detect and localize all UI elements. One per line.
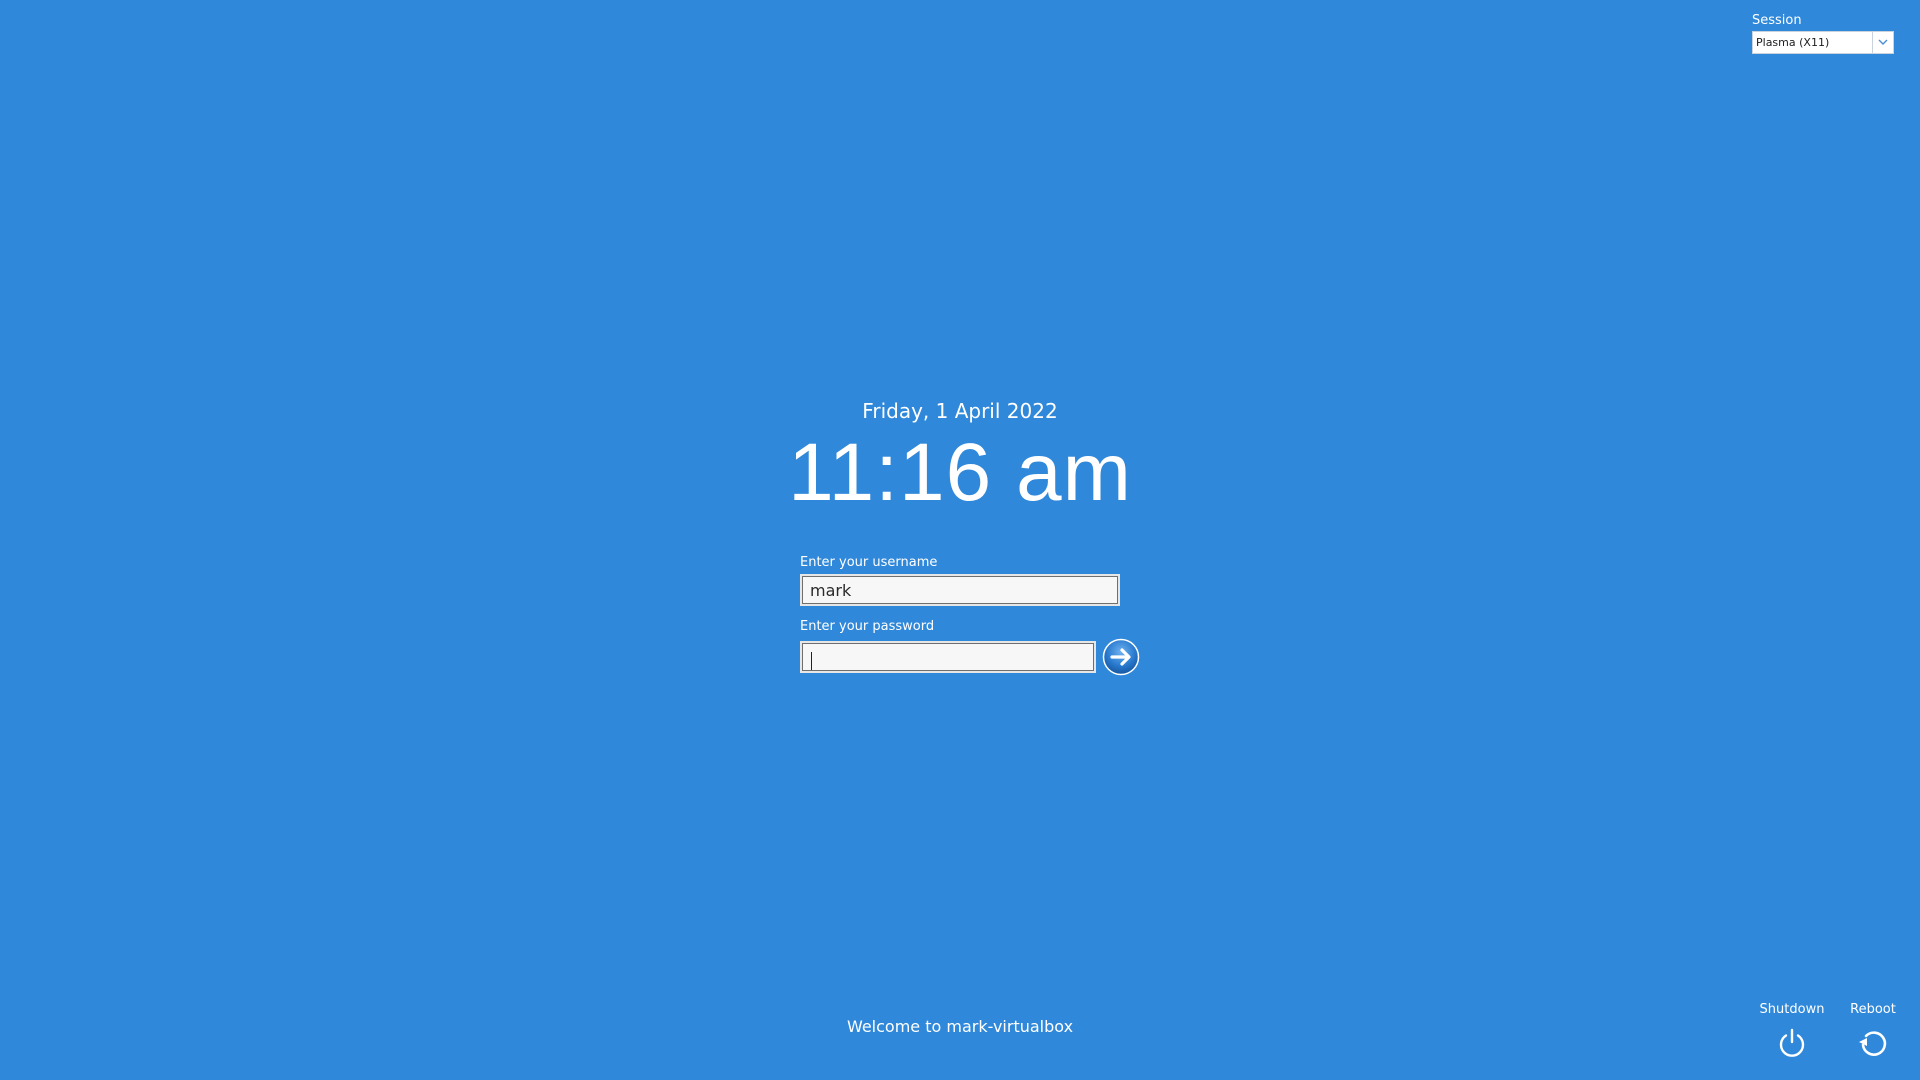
time-display: 11:16 am	[788, 427, 1132, 518]
reboot-icon	[1859, 1031, 1887, 1056]
reboot-button[interactable]: Reboot	[1840, 1002, 1906, 1059]
welcome-message: Welcome to mark-virtualbox	[846, 1017, 1074, 1036]
password-row	[800, 638, 1140, 676]
shutdown-button[interactable]: Shutdown	[1752, 1002, 1832, 1059]
password-label: Enter your password	[800, 619, 935, 634]
password-group: Enter your password	[800, 619, 1140, 676]
shutdown-label: Shutdown	[1759, 1002, 1825, 1017]
power-icon	[1779, 1028, 1805, 1057]
date-display: Friday, 1 April 2022	[862, 399, 1058, 423]
login-button[interactable]	[1102, 638, 1140, 676]
username-label: Enter your username	[800, 555, 938, 570]
session-selected-value: Plasma (X11)	[1756, 36, 1830, 49]
arrow-right-icon	[1102, 638, 1140, 676]
username-input[interactable]	[800, 574, 1120, 606]
text-cursor	[811, 652, 812, 670]
login-screen: Session Plasma (X11) Friday, 1 April 202…	[0, 0, 1920, 1080]
session-dropdown[interactable]: Plasma (X11)	[1752, 31, 1894, 54]
login-form: Enter your username Enter your password	[800, 555, 1140, 676]
session-selector: Session Plasma (X11)	[1752, 13, 1896, 54]
session-label: Session	[1752, 13, 1802, 28]
username-group: Enter your username	[800, 555, 1140, 606]
chevron-down-icon[interactable]	[1872, 32, 1893, 53]
password-input[interactable]	[800, 641, 1096, 673]
reboot-label: Reboot	[1850, 1002, 1896, 1017]
